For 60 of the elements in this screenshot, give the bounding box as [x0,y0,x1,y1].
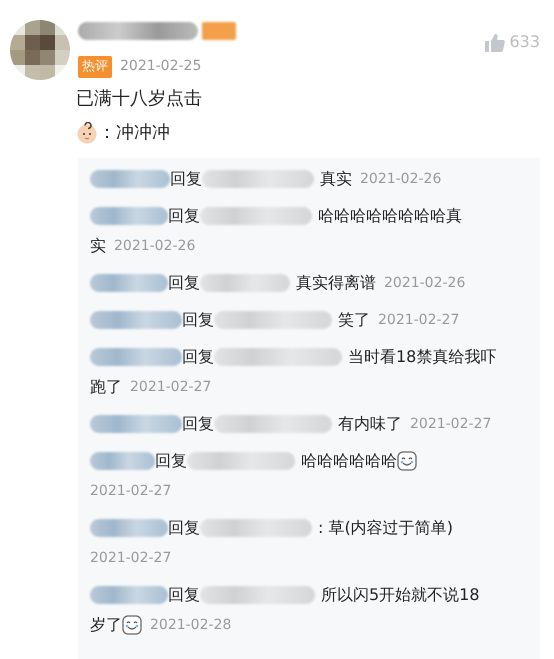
hot-comment-tag: 热评 [78,56,112,78]
emoji-icon [122,614,142,634]
reply-label: 回复 [168,584,200,606]
reply-label: 回复 [182,308,214,330]
reply-text: : 草(内容过于简单) [318,516,453,538]
reply-date: 2021-02-28 [150,616,232,634]
reply-text: 岁了 [90,614,122,636]
reply-label: 回复 [168,516,200,538]
blurred-username[interactable] [202,170,314,188]
blurred-username[interactable] [214,310,332,328]
reply-date: 2021-02-27 [410,414,492,434]
reply-text: 有内味了 [338,412,402,434]
baby-face-icon [76,122,98,144]
blurred-username[interactable] [90,170,170,188]
blurred-username[interactable] [90,414,182,432]
reply-date: 2021-02-27 [378,310,460,330]
reply-label: 回复 [182,346,214,368]
blurred-username[interactable] [90,586,168,604]
blurred-username[interactable] [200,518,312,536]
emoji-icon [397,450,417,470]
blurred-level-badge [202,22,236,40]
comment-text: ：冲冲冲 [98,120,170,144]
reply-text: 真实得离谱 [296,272,376,294]
blurred-username[interactable] [200,274,290,292]
blurred-username[interactable] [214,348,342,366]
reply-date: 2021-02-26 [384,274,466,292]
blurred-username[interactable] [200,586,315,604]
reply-text: 实 [90,234,106,256]
blurred-username[interactable] [90,206,168,224]
reply-text: 哈哈哈哈哈哈哈哈真 [318,204,462,226]
reply-label: 回复 [155,450,187,472]
avatar[interactable] [10,20,70,80]
blurred-username[interactable] [90,518,168,536]
reply-text: 跑了 [90,376,122,398]
blurred-username[interactable] [187,452,295,470]
blurred-username[interactable] [90,452,155,470]
reply-label: 回复 [168,272,200,294]
reply-date: 2021-02-26 [360,170,442,188]
reply-label: 回复 [168,204,200,226]
like-count: 633 [509,31,540,53]
reply-text: 真实 [320,168,352,190]
comment-text: 已满十八岁点击 [76,86,202,110]
blurred-username[interactable] [78,22,198,40]
reply-text: 笑了 [338,308,370,330]
reply-date: 2021-02-27 [130,378,212,396]
thumbs-up-icon[interactable] [485,32,506,52]
reply-date: 2021-02-27 [90,548,172,568]
blurred-username[interactable] [90,348,182,366]
comment-date: 2021-02-25 [120,57,202,76]
reply-date: 2021-02-27 [90,482,172,500]
reply-text: 当时看18禁真给我吓 [348,346,496,368]
reply-label: 回复 [182,412,214,434]
reply-text: 所以闪5开始就不说18 [321,584,480,606]
reply-date: 2021-02-26 [114,236,196,256]
reply-text: 哈哈哈哈哈哈 [301,450,397,472]
blurred-username[interactable] [214,414,332,432]
blurred-username[interactable] [90,274,168,292]
blurred-username[interactable] [200,206,312,224]
reply-label: 回复 [170,168,202,190]
blurred-username[interactable] [90,310,182,328]
